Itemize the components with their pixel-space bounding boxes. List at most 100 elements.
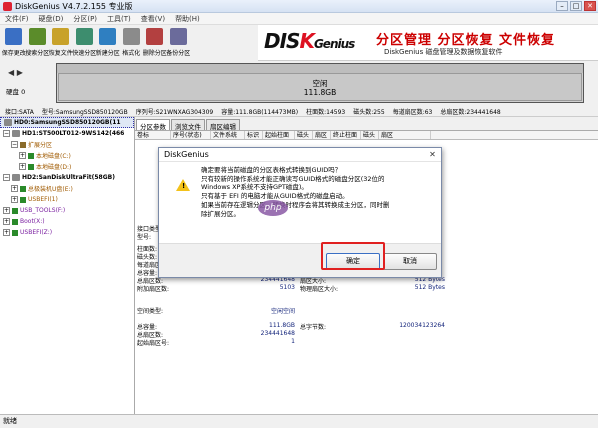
menu-file[interactable]: 文件(F) — [5, 14, 29, 24]
tree-node-label: 扩展分区 — [28, 142, 53, 149]
tree-node[interactable]: − HD2:SanDiskUltraFit(58GB) — [0, 172, 134, 183]
disk-info-line: 接口:SATA 型号:SamsungSSD850120GB 序列号:S21WNXAG… — [0, 106, 598, 117]
diskgenius-logo: DISKGenius — [264, 29, 355, 53]
tree-node-label: Boot(X:) — [20, 218, 45, 225]
toolbar-button-3[interactable]: 快速分区 — [72, 25, 96, 61]
app-icon — [3, 1, 12, 11]
menu-help[interactable]: 帮助(H) — [175, 14, 200, 24]
banner-subtitle: DiskGenius 磁盘管理及数据恢复软件 — [384, 48, 503, 56]
hard-disk-icon — [12, 130, 20, 137]
minimize-button[interactable]: – — [556, 1, 568, 11]
menu-view[interactable]: 查看(V) — [141, 14, 165, 24]
total-bytes-value: 120034123264 — [399, 322, 445, 329]
toolbar-button-label: 新建分区 — [95, 50, 120, 57]
physical-sector-label: 物理扇区大小: — [300, 286, 339, 293]
menu-partition[interactable]: 分区(P) — [73, 14, 97, 24]
volume-icon — [20, 185, 26, 192]
column-header[interactable]: 文件系统 — [211, 131, 245, 139]
disk-info-item: 容量:111.8GB(114473MB) — [221, 108, 299, 116]
dialog-footer: 确定 取消 — [159, 243, 441, 277]
column-header[interactable]: 扇区 — [313, 131, 331, 139]
menu-disk[interactable]: 硬盘(D) — [39, 14, 64, 24]
tree-node-label: HD1:ST500LT012-9WS142(466 — [22, 130, 125, 137]
tree-node[interactable]: + USBEFI(1) — [0, 194, 134, 205]
column-header[interactable]: 序号(状态) — [171, 131, 211, 139]
free-capacity-value: 111.8GB — [269, 322, 295, 329]
expand-icon[interactable]: + — [3, 229, 10, 236]
backup-partition-icon — [169, 28, 187, 45]
column-header[interactable]: 卷标 — [135, 131, 171, 139]
expand-icon[interactable]: + — [11, 185, 18, 192]
dialog-close-icon[interactable]: ✕ — [427, 150, 438, 160]
tab-browse-files[interactable]: 浏览文件 — [171, 119, 205, 131]
toolbar-button-label: 保存更改 — [1, 50, 26, 57]
disk-info-item: 接口:SATA — [5, 108, 34, 116]
tree-node[interactable]: + 本地磁盘(D:) — [0, 161, 134, 172]
tree-node[interactable]: HD0:SamsungSSD850120GB(11 — [0, 117, 134, 128]
cancel-button[interactable]: 取消 — [383, 253, 437, 270]
expand-icon[interactable]: + — [19, 163, 26, 170]
highlight-box — [321, 242, 385, 270]
free-space-size: 111.8GB — [303, 88, 337, 97]
extra-sectors-label: 附加扇区数: — [137, 286, 170, 293]
toolbar-button-7[interactable]: 备份分区 — [166, 25, 190, 61]
volume-icon — [20, 141, 26, 148]
toolbar-button-4[interactable]: 新建分区 — [96, 25, 120, 61]
collapse-icon[interactable]: − — [3, 130, 10, 137]
tree-node-label: HD2:SanDiskUltraFit(58GB) — [22, 174, 115, 181]
maximize-button[interactable]: □ — [570, 1, 582, 11]
convert-guid-dialog: DiskGenius ✕ ! 确定要将当前磁盘的分区表格式转换到GUID吗？ 只… — [158, 147, 442, 278]
tree-node[interactable]: − HD1:ST500LT012-9WS142(466 — [0, 128, 134, 139]
tab-partition-params[interactable]: 分区参数 — [136, 119, 170, 131]
save-icon — [5, 28, 23, 45]
collapse-icon[interactable]: − — [11, 141, 18, 148]
tree-node[interactable]: + 本地磁盘(C:) — [0, 150, 134, 161]
partition-bar[interactable]: 空闲 111.8GB — [56, 63, 584, 103]
expand-icon[interactable]: + — [3, 207, 10, 214]
toolbar-button-5[interactable]: 格式化 — [120, 25, 144, 61]
tab-sector-edit[interactable]: 扇区编辑 — [206, 119, 240, 131]
toolbar-button-label: 恢复文件 — [48, 50, 73, 57]
search-partition-icon — [28, 28, 46, 45]
disk-info-item: 柱面数:14593 — [306, 108, 346, 116]
column-header[interactable]: 起始柱面 — [263, 131, 295, 139]
toolbar-button-1[interactable]: 搜索分区 — [25, 25, 49, 61]
volume-icon — [20, 196, 26, 203]
tree-node-label: USB_TOOLS(F:) — [20, 207, 66, 214]
model-label: 型号: — [137, 234, 152, 241]
column-header[interactable]: 终止柱面 — [331, 131, 361, 139]
dialog-message-line: Windows XP系统不支持GPT磁盘)。 — [201, 183, 308, 192]
column-header[interactable]: 标识 — [245, 131, 263, 139]
menu-bar: 文件(F) 硬盘(D) 分区(P) 工具(T) 查看(V) 帮助(H) — [0, 13, 598, 25]
collapse-icon[interactable]: − — [3, 174, 10, 181]
column-header[interactable]: 扇区 — [379, 131, 431, 139]
column-header[interactable]: 磁头 — [295, 131, 313, 139]
dialog-message-line: 除扩展分区。 — [201, 209, 240, 218]
tree-node[interactable]: − 扩展分区 — [0, 139, 134, 150]
disk-info-item: 总扇区数:234441648 — [440, 108, 501, 116]
expand-icon[interactable]: + — [3, 218, 10, 225]
free-space-block[interactable]: 空闲 111.8GB — [58, 73, 582, 101]
physical-sector-value: 512 Bytes — [414, 284, 445, 291]
disk-nav-arrows[interactable]: ◀ ▶ — [8, 68, 23, 77]
tree-node[interactable]: + Boot(X:) — [0, 216, 134, 227]
close-button[interactable]: ✕ — [584, 1, 596, 11]
toolbar-button-0[interactable]: 保存更改 — [2, 25, 26, 61]
expand-icon[interactable]: + — [11, 196, 18, 203]
tree-node[interactable]: + 总极装机U盘(E:) — [0, 183, 134, 194]
toolbar-button-2[interactable]: 恢复文件 — [49, 25, 73, 61]
dialog-title: DiskGenius — [159, 148, 441, 162]
status-bar: 就绪 — [0, 414, 598, 428]
tree-node-label: 本地磁盘(D:) — [36, 164, 72, 171]
expand-icon[interactable]: + — [19, 152, 26, 159]
column-header[interactable]: 磁头 — [361, 131, 379, 139]
tree-node[interactable]: + USB_TOOLS(F:) — [0, 205, 134, 216]
window-controls: – □ ✕ — [556, 1, 596, 11]
disk-info-item: 型号:SamsungSSD850120GB — [41, 108, 128, 116]
disk-info-item: 磁头数:255 — [353, 108, 385, 116]
menu-tools[interactable]: 工具(T) — [107, 14, 131, 24]
window-title: DiskGenius V4.7.2.155 专业版 — [15, 1, 133, 11]
disk-info-item: 序列号:S21WNXAG304309 — [135, 108, 214, 116]
tree-node[interactable]: + USBEFI(Z:) — [0, 227, 134, 238]
toolbar-button-6[interactable]: 删除分区 — [143, 25, 167, 61]
